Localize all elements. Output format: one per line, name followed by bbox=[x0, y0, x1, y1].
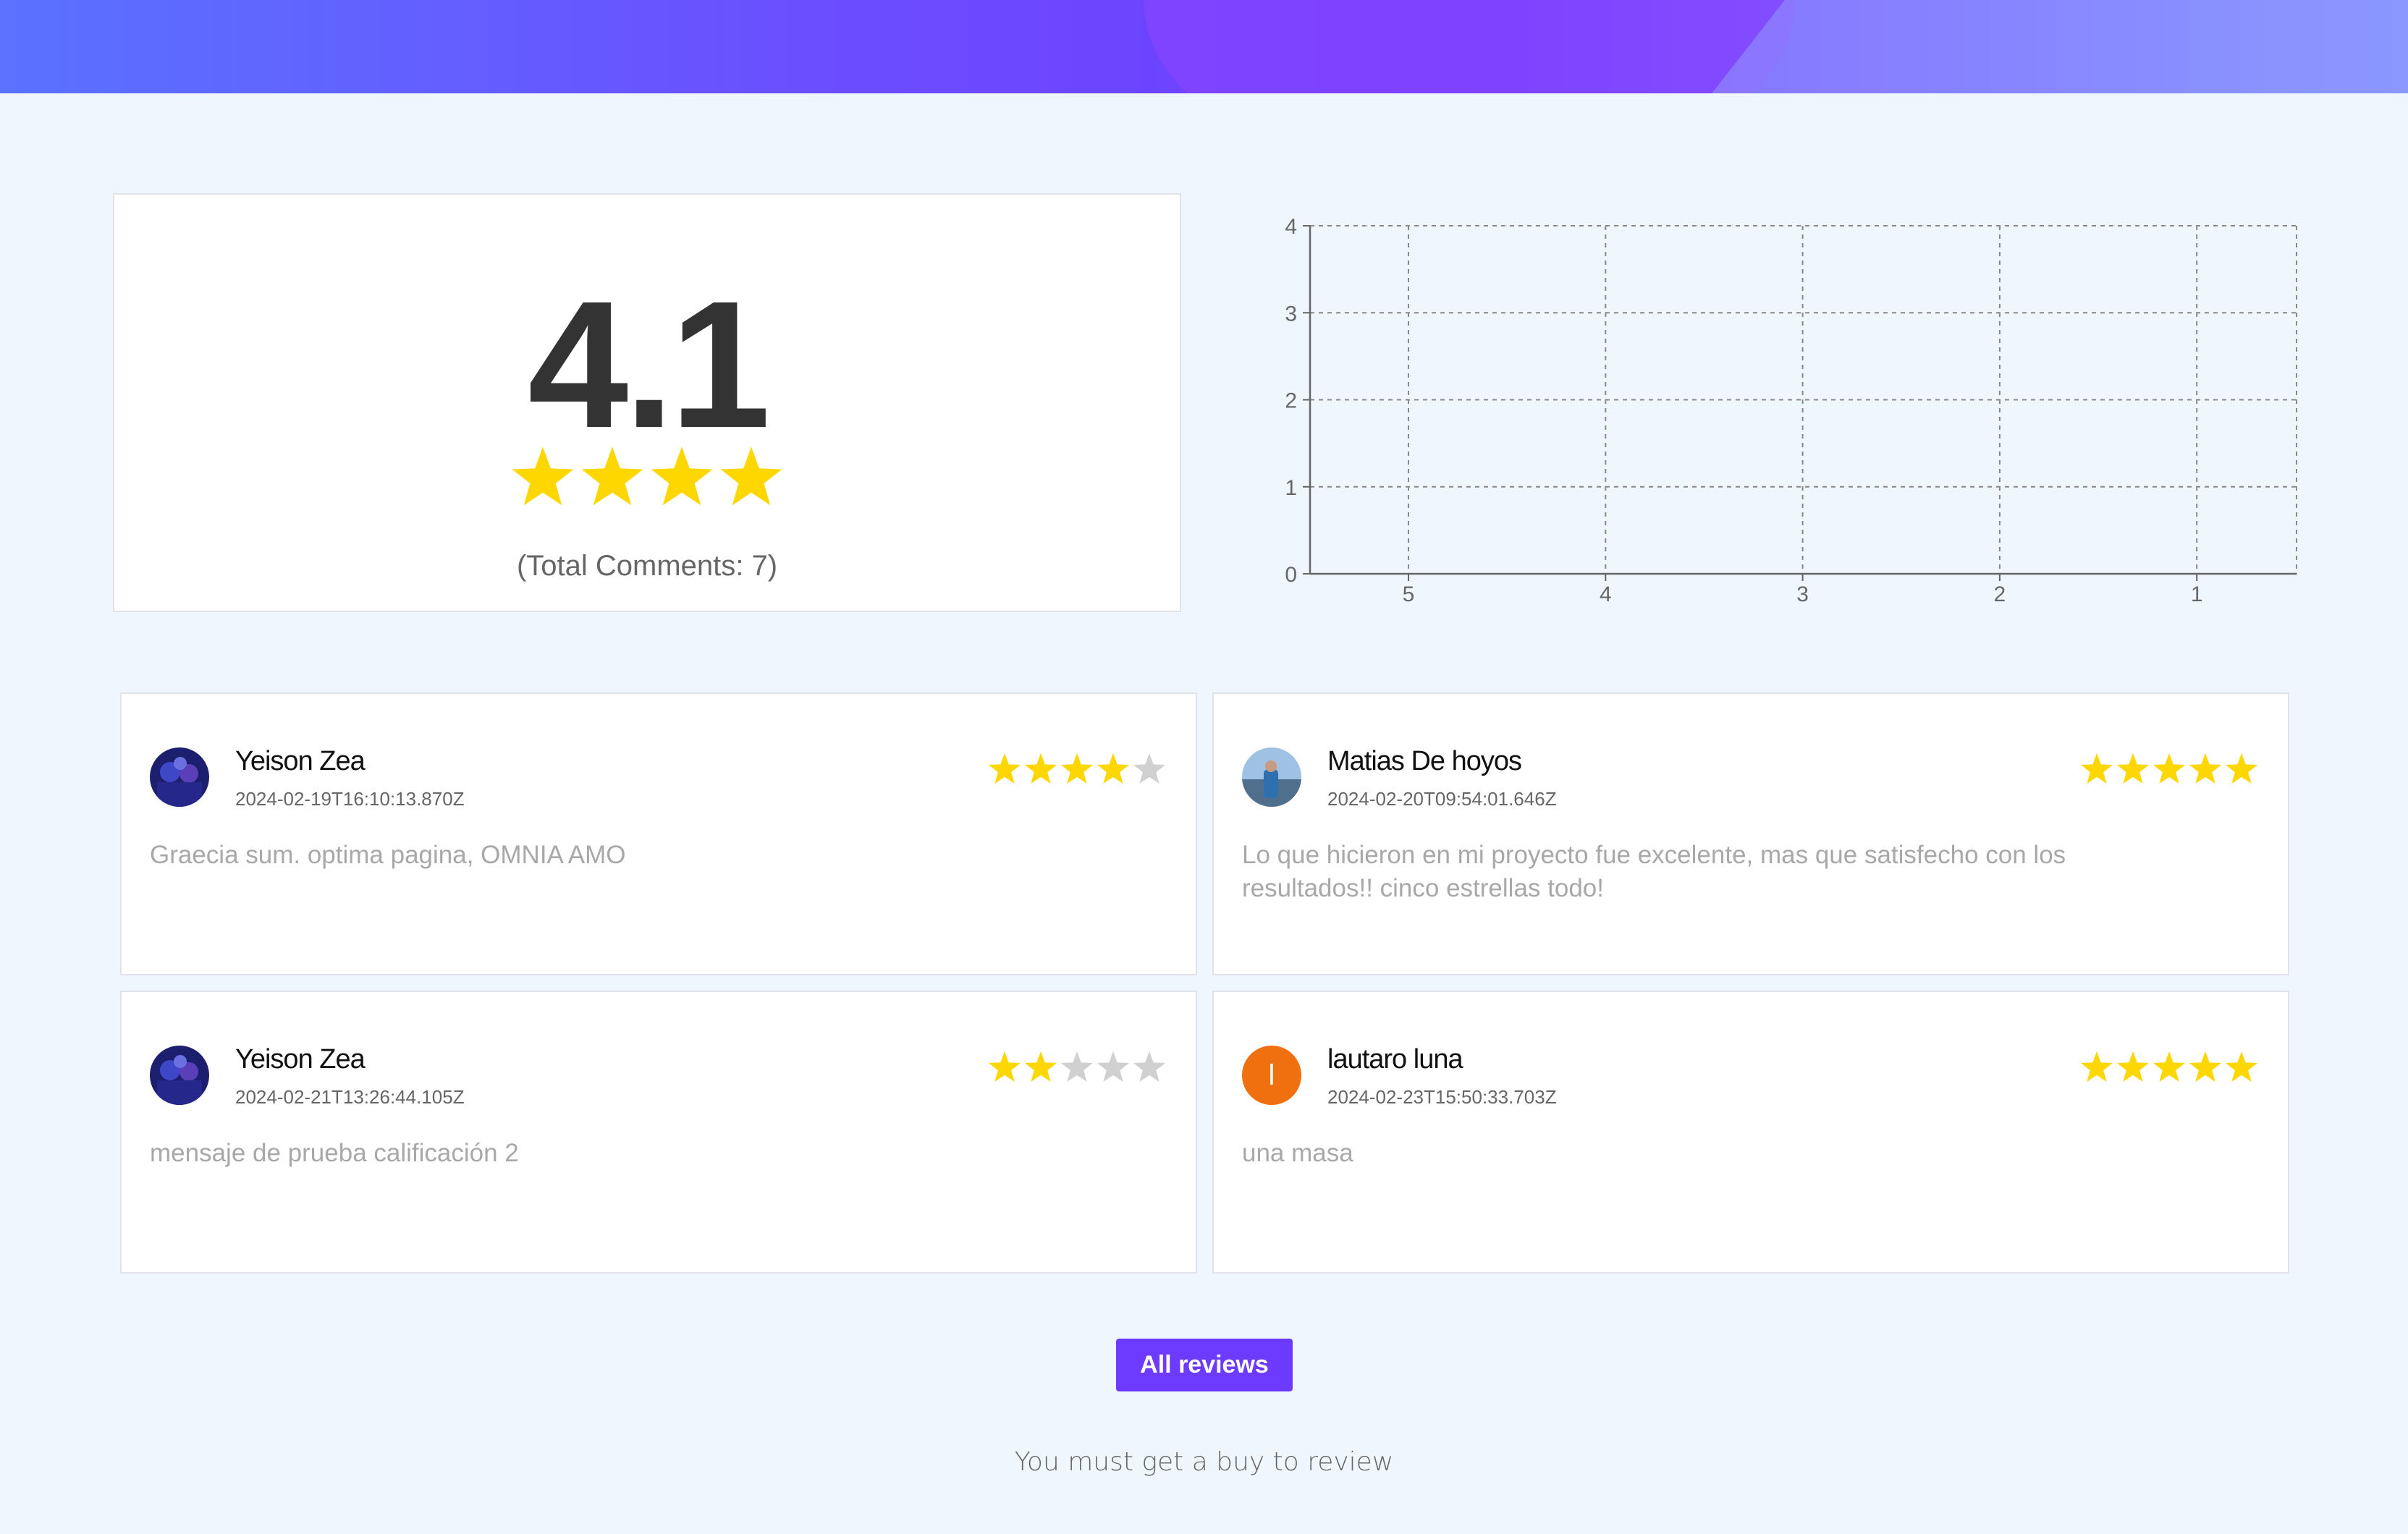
review-text: Graecia sum. optima pagina, OMNIA AMO bbox=[150, 841, 626, 869]
star-filled-icon bbox=[2080, 1051, 2113, 1082]
y-tick-label: 3 bbox=[1285, 302, 1297, 326]
star-filled-icon bbox=[651, 446, 713, 506]
x-tick-label: 3 bbox=[1796, 582, 1809, 606]
y-tick-label: 0 bbox=[1285, 563, 1297, 587]
review-date: 2024-02-19T16:10:13.870Z bbox=[235, 788, 465, 810]
reviewer-name: Yeison Zea bbox=[235, 746, 366, 776]
star-filled-icon bbox=[2189, 1051, 2222, 1082]
review-text: Lo que hicieron en mi proyecto fue excel… bbox=[1242, 841, 2066, 902]
star-filled-icon bbox=[988, 753, 1021, 784]
star-filled-icon bbox=[2225, 753, 2258, 784]
average-rating: 4.1 bbox=[528, 263, 771, 465]
star-filled-icon bbox=[1024, 1051, 1057, 1082]
review-card: Yeison Zea 2024-02-19T16:10:13.870Z Grae… bbox=[120, 692, 1197, 975]
x-tick-label: 4 bbox=[1600, 582, 1612, 606]
reviewer-name: Yeison Zea bbox=[235, 1044, 366, 1075]
star-filled-icon bbox=[581, 446, 643, 506]
review-date: 2024-02-20T09:54:01.646Z bbox=[1327, 788, 1557, 810]
review-stars bbox=[2079, 752, 2259, 787]
star-filled-icon bbox=[2225, 1051, 2258, 1082]
review-text: una masa bbox=[1242, 1139, 1353, 1167]
star-filled-icon bbox=[2153, 753, 2186, 784]
review-stars bbox=[987, 1050, 1167, 1085]
banner-wave bbox=[2186, 0, 2408, 93]
banner-wave bbox=[1144, 0, 1795, 93]
review-stars bbox=[2079, 1050, 2259, 1085]
reviewer-name: Matias De hoyos bbox=[1327, 746, 1522, 776]
star-empty-icon bbox=[1133, 753, 1166, 784]
x-tick-label: 5 bbox=[1403, 582, 1415, 606]
star-filled-icon bbox=[1060, 753, 1094, 784]
star-filled-icon bbox=[2116, 1051, 2150, 1082]
avatar: l bbox=[1242, 1046, 1301, 1105]
photo-avatar-icon bbox=[1242, 747, 1301, 807]
star-filled-icon bbox=[2080, 753, 2113, 784]
avatar bbox=[150, 1046, 209, 1105]
star-empty-icon bbox=[1060, 1051, 1094, 1082]
avatar bbox=[150, 747, 209, 807]
star-empty-icon bbox=[1097, 1051, 1130, 1082]
review-date: 2024-02-23T15:50:33.703Z bbox=[1327, 1086, 1557, 1108]
y-tick-label: 2 bbox=[1285, 389, 1297, 413]
average-stars bbox=[114, 444, 1180, 511]
review-card: Matias De hoyos 2024-02-20T09:54:01.646Z… bbox=[1212, 692, 2289, 975]
star-filled-icon bbox=[988, 1051, 1021, 1082]
chart-svg: 0 1 2 3 4 5 4 3 2 1 bbox=[1285, 215, 2297, 606]
avatar bbox=[1242, 747, 1301, 807]
review-restriction-notice: You must get a buy to review bbox=[1014, 1447, 1394, 1477]
total-comments: (Total Comments: 7) bbox=[516, 550, 778, 582]
star-filled-icon bbox=[2153, 1051, 2186, 1082]
all-reviews-button[interactable]: All reviews bbox=[1116, 1339, 1293, 1391]
star-filled-icon bbox=[1097, 753, 1130, 784]
star-filled-icon bbox=[512, 446, 574, 506]
photo-avatar-icon bbox=[150, 1046, 209, 1105]
initial-avatar-icon: l bbox=[1268, 1059, 1275, 1091]
reviewer-name: lautaro luna bbox=[1327, 1044, 1463, 1075]
review-text: mensaje de prueba calificación 2 bbox=[150, 1139, 519, 1167]
review-card: Yeison Zea 2024-02-21T13:26:44.105Z mens… bbox=[120, 991, 1197, 1274]
x-tick-label: 1 bbox=[2191, 582, 2203, 606]
review-date: 2024-02-21T13:26:44.105Z bbox=[235, 1086, 465, 1108]
star-filled-icon bbox=[2189, 753, 2222, 784]
y-tick-label: 1 bbox=[1285, 476, 1297, 500]
header-banner bbox=[0, 0, 2408, 93]
star-empty-icon bbox=[1133, 1051, 1166, 1082]
star-filled-icon bbox=[2116, 753, 2150, 784]
y-tick-label: 4 bbox=[1285, 215, 1297, 239]
x-tick-label: 2 bbox=[1994, 582, 2006, 606]
rating-distribution-chart: 0 1 2 3 4 5 4 3 2 1 bbox=[1259, 203, 2316, 622]
photo-avatar-icon bbox=[150, 747, 209, 807]
rating-summary-card: 4.1 (Total Comments: 7) bbox=[113, 193, 1181, 612]
star-filled-icon bbox=[1024, 753, 1057, 784]
review-card: l lautaro luna 2024-02-23T15:50:33.703Z … bbox=[1212, 991, 2289, 1274]
star-filled-icon bbox=[720, 446, 782, 506]
review-stars bbox=[987, 752, 1167, 787]
